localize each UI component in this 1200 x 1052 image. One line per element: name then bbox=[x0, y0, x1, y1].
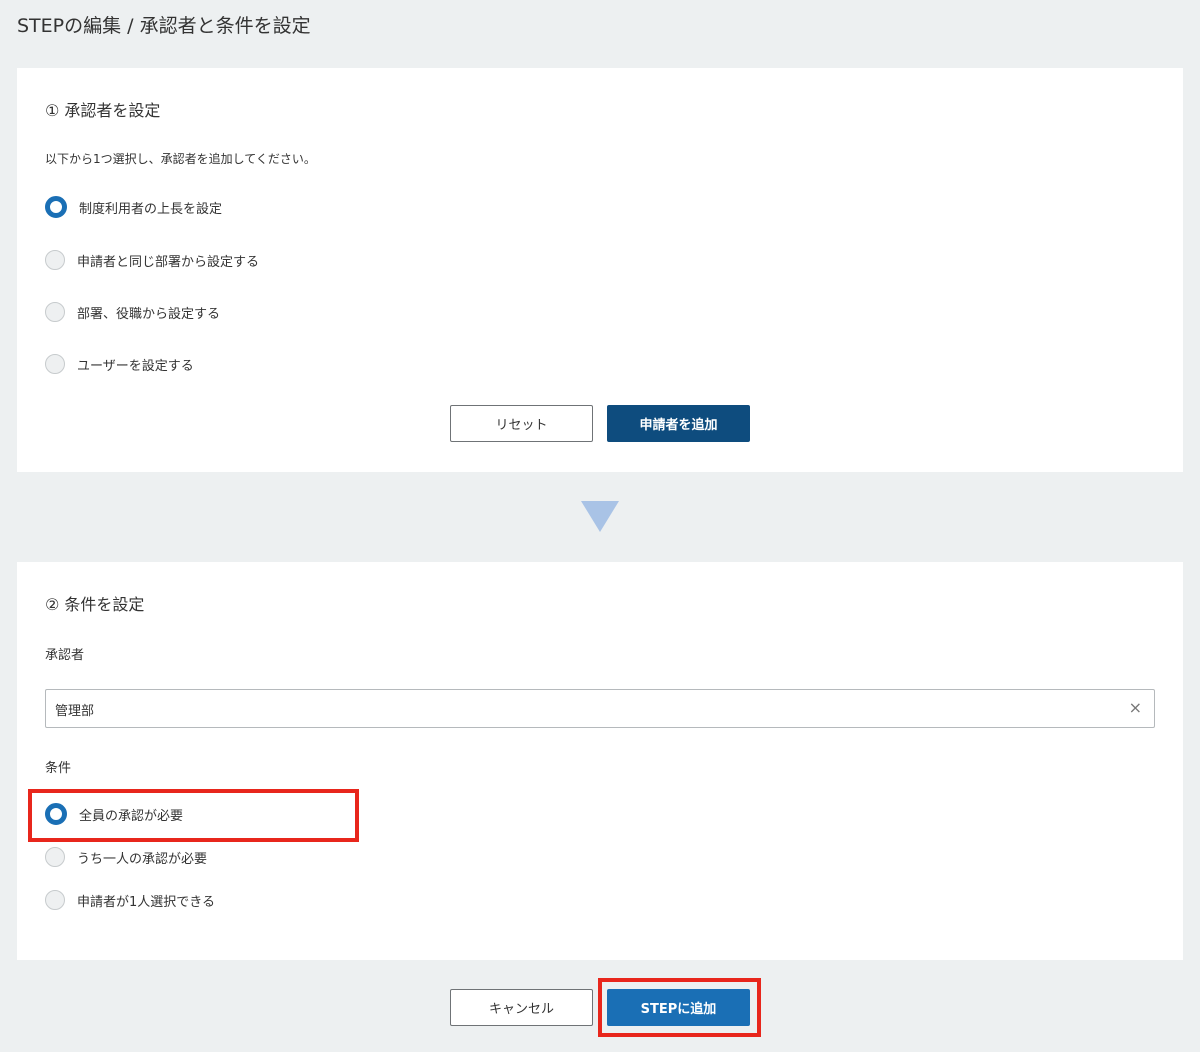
radio-label: 申請者と同じ部署から設定する bbox=[77, 254, 260, 270]
condition-section-title: ② 条件を設定 bbox=[45, 595, 145, 614]
approver-card: ① 承認者を設定 以下から1つ選択し、承認者を追加してください。 制度利用者の上… bbox=[17, 68, 1183, 472]
approver-select-value: 管理部 bbox=[55, 704, 95, 719]
cancel-button[interactable]: キャンセル bbox=[450, 989, 593, 1026]
approver-description: 以下から1つ選択し、承認者を追加してください。 bbox=[45, 152, 316, 166]
radio-label: 制度利用者の上長を設定 bbox=[79, 201, 223, 217]
radio-button[interactable] bbox=[45, 302, 65, 322]
radio-button[interactable] bbox=[45, 354, 65, 374]
radio-option-applicant-select[interactable]: 申請者が1人選択できる bbox=[45, 888, 215, 912]
approver-select[interactable]: 管理部 × bbox=[45, 689, 1155, 728]
radio-label: ユーザーを設定する bbox=[77, 358, 194, 374]
down-arrow-icon bbox=[581, 501, 619, 532]
radio-button[interactable] bbox=[45, 847, 65, 867]
add-applicant-button[interactable]: 申請者を追加 bbox=[607, 405, 750, 442]
radio-option-supervisor[interactable]: 制度利用者の上長を設定 bbox=[45, 195, 222, 219]
condition-field-label: 条件 bbox=[45, 761, 72, 776]
radio-label: 申請者が1人選択できる bbox=[77, 894, 216, 910]
reset-button[interactable]: リセット bbox=[450, 405, 593, 442]
condition-card: ② 条件を設定 承認者 管理部 × 条件 全員の承認が必要 うち一人の承認が必要… bbox=[17, 562, 1183, 960]
radio-option-same-department[interactable]: 申請者と同じ部署から設定する bbox=[45, 248, 259, 272]
radio-button[interactable] bbox=[45, 890, 65, 910]
radio-label: うち一人の承認が必要 bbox=[77, 851, 208, 867]
radio-option-user[interactable]: ユーザーを設定する bbox=[45, 352, 194, 376]
radio-label: 部署、役職から設定する bbox=[77, 306, 221, 322]
approver-section-title: ① 承認者を設定 bbox=[45, 101, 161, 120]
highlight-box bbox=[598, 978, 761, 1037]
radio-button[interactable] bbox=[45, 196, 67, 218]
radio-option-one-approval[interactable]: うち一人の承認が必要 bbox=[45, 845, 207, 869]
page-title: STEPの編集 / 承認者と条件を設定 bbox=[17, 15, 311, 37]
approver-field-label: 承認者 bbox=[45, 648, 85, 663]
close-icon[interactable]: × bbox=[1129, 698, 1142, 717]
radio-option-department-position[interactable]: 部署、役職から設定する bbox=[45, 300, 220, 324]
radio-button[interactable] bbox=[45, 250, 65, 270]
highlight-box bbox=[28, 789, 359, 842]
